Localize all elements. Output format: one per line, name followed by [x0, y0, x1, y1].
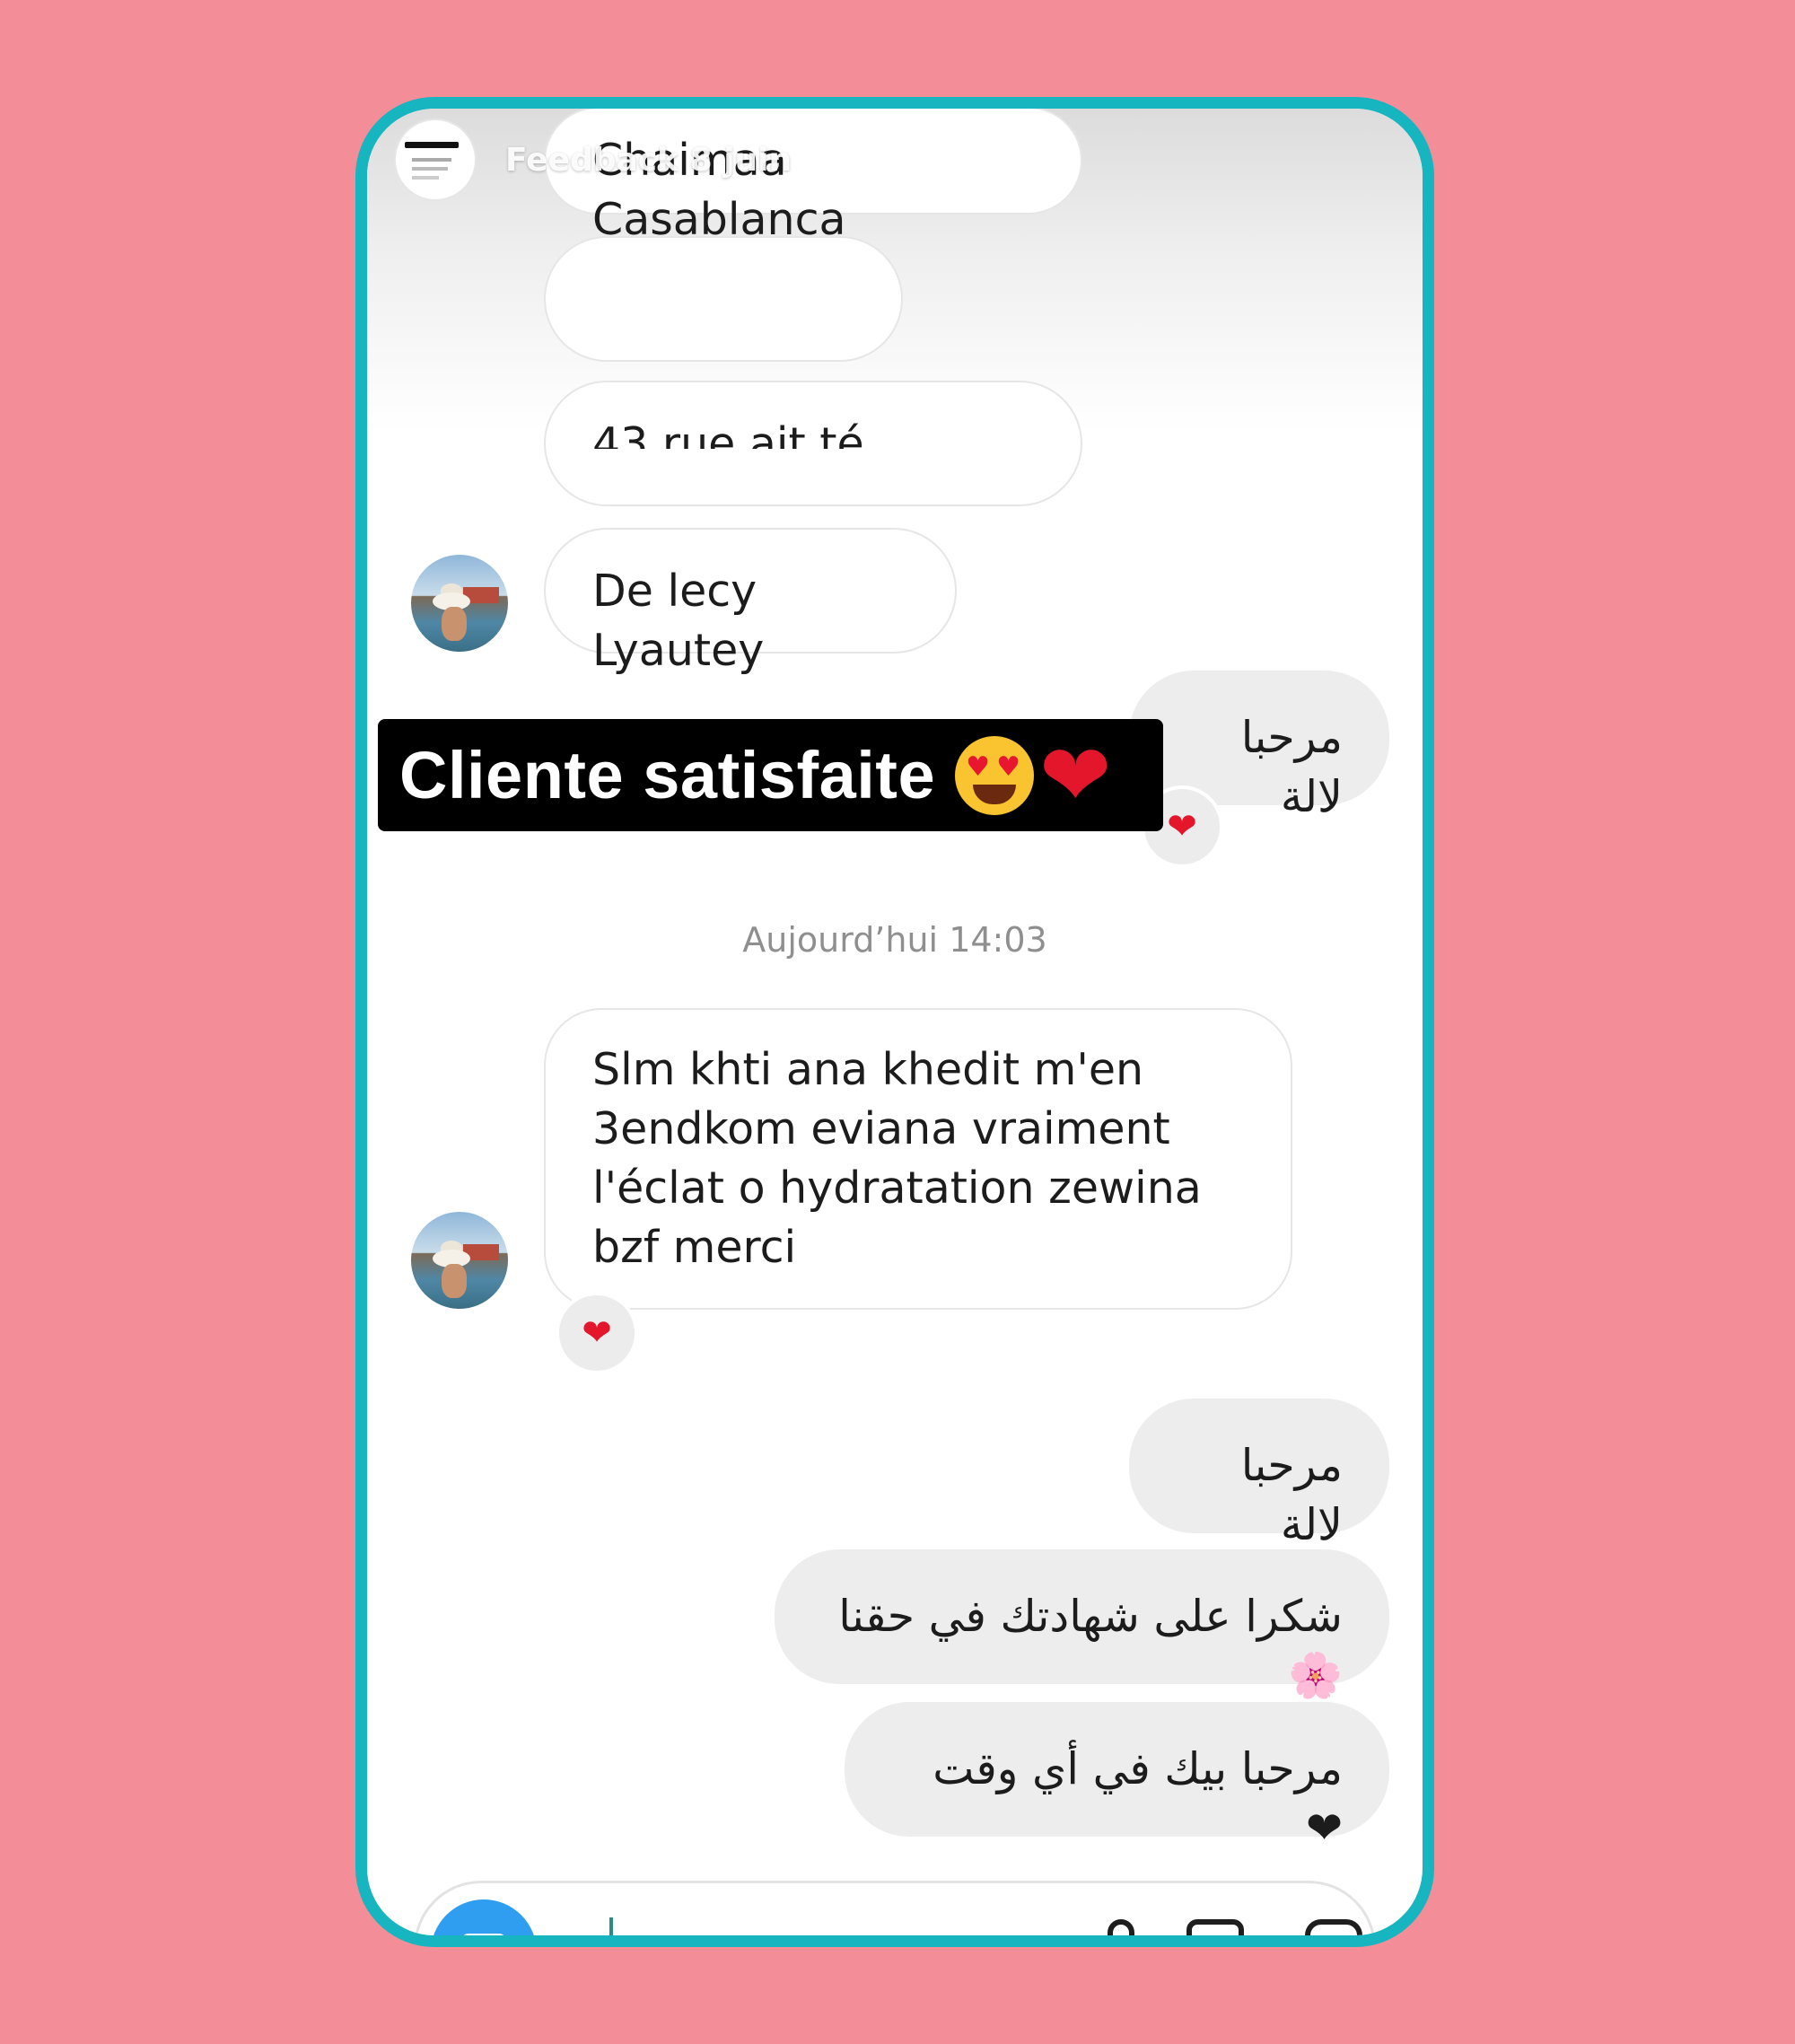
- message-bubble[interactable]: 43 rue ait té: [544, 381, 1082, 506]
- message-text: De lecy Lyautey: [592, 566, 765, 676]
- story-header: Feedback 8 juin: [396, 119, 792, 200]
- heart-icon: ❤: [1167, 806, 1197, 847]
- message-text: Slm khti ana khedit m'en 3endkom eviana …: [592, 1044, 1202, 1273]
- message-bubble[interactable]: مرحبا لالة: [1129, 1399, 1389, 1550]
- sender-avatar[interactable]: [411, 1212, 508, 1309]
- sender-avatar[interactable]: [411, 555, 508, 652]
- message-composer[interactable]: [414, 1881, 1376, 1935]
- message-text: مرحبا لالة: [1240, 1440, 1343, 1550]
- heart-icon: ❤: [582, 1312, 612, 1354]
- gallery-icon[interactable]: [1186, 1919, 1244, 1935]
- caption-text: Cliente satisfaite: [399, 738, 936, 812]
- heart-eyes-emoji-icon: ♥ ♥: [955, 735, 1035, 815]
- text-cursor: [609, 1917, 613, 1935]
- message-bubble[interactable]: مرحبا بيك في أي وقت ❤: [845, 1702, 1389, 1854]
- message-text: مرحبا بيك في أي وقت ❤: [933, 1743, 1343, 1854]
- story-title: Feedback 8 juin: [505, 141, 792, 179]
- story-avatar[interactable]: [396, 120, 475, 199]
- message-bubble[interactable]: Slm khti ana khedit m'en 3endkom eviana …: [544, 1008, 1292, 1310]
- message-text: شكرا على شهادتك في حقنا 🌸: [838, 1591, 1343, 1701]
- message-bubble[interactable]: [544, 236, 903, 362]
- timestamp: Aujourd’hui 14:03: [742, 920, 1047, 960]
- sticker-icon[interactable]: [1305, 1919, 1362, 1935]
- message-bubble[interactable]: شكرا على شهادتك في حقنا 🌸: [775, 1549, 1389, 1701]
- phone-frame: Feedback 8 juin Chaimaa Casablanca 43 ru…: [355, 97, 1434, 1947]
- heart-reaction[interactable]: ❤: [556, 1292, 638, 1374]
- story-caption: Cliente satisfaite ♥ ♥ ❤: [378, 719, 1163, 831]
- heart-icon: ❤: [1039, 724, 1112, 826]
- camera-icon[interactable]: [431, 1899, 537, 1935]
- message-text: 43 rue ait té: [592, 418, 864, 449]
- message-text: مرحبا لالة: [1240, 712, 1343, 822]
- message-bubble[interactable]: De lecy Lyautey: [544, 528, 957, 676]
- message-bubble[interactable]: مرحبا لالة: [1129, 671, 1389, 822]
- microphone-icon[interactable]: [1108, 1919, 1134, 1935]
